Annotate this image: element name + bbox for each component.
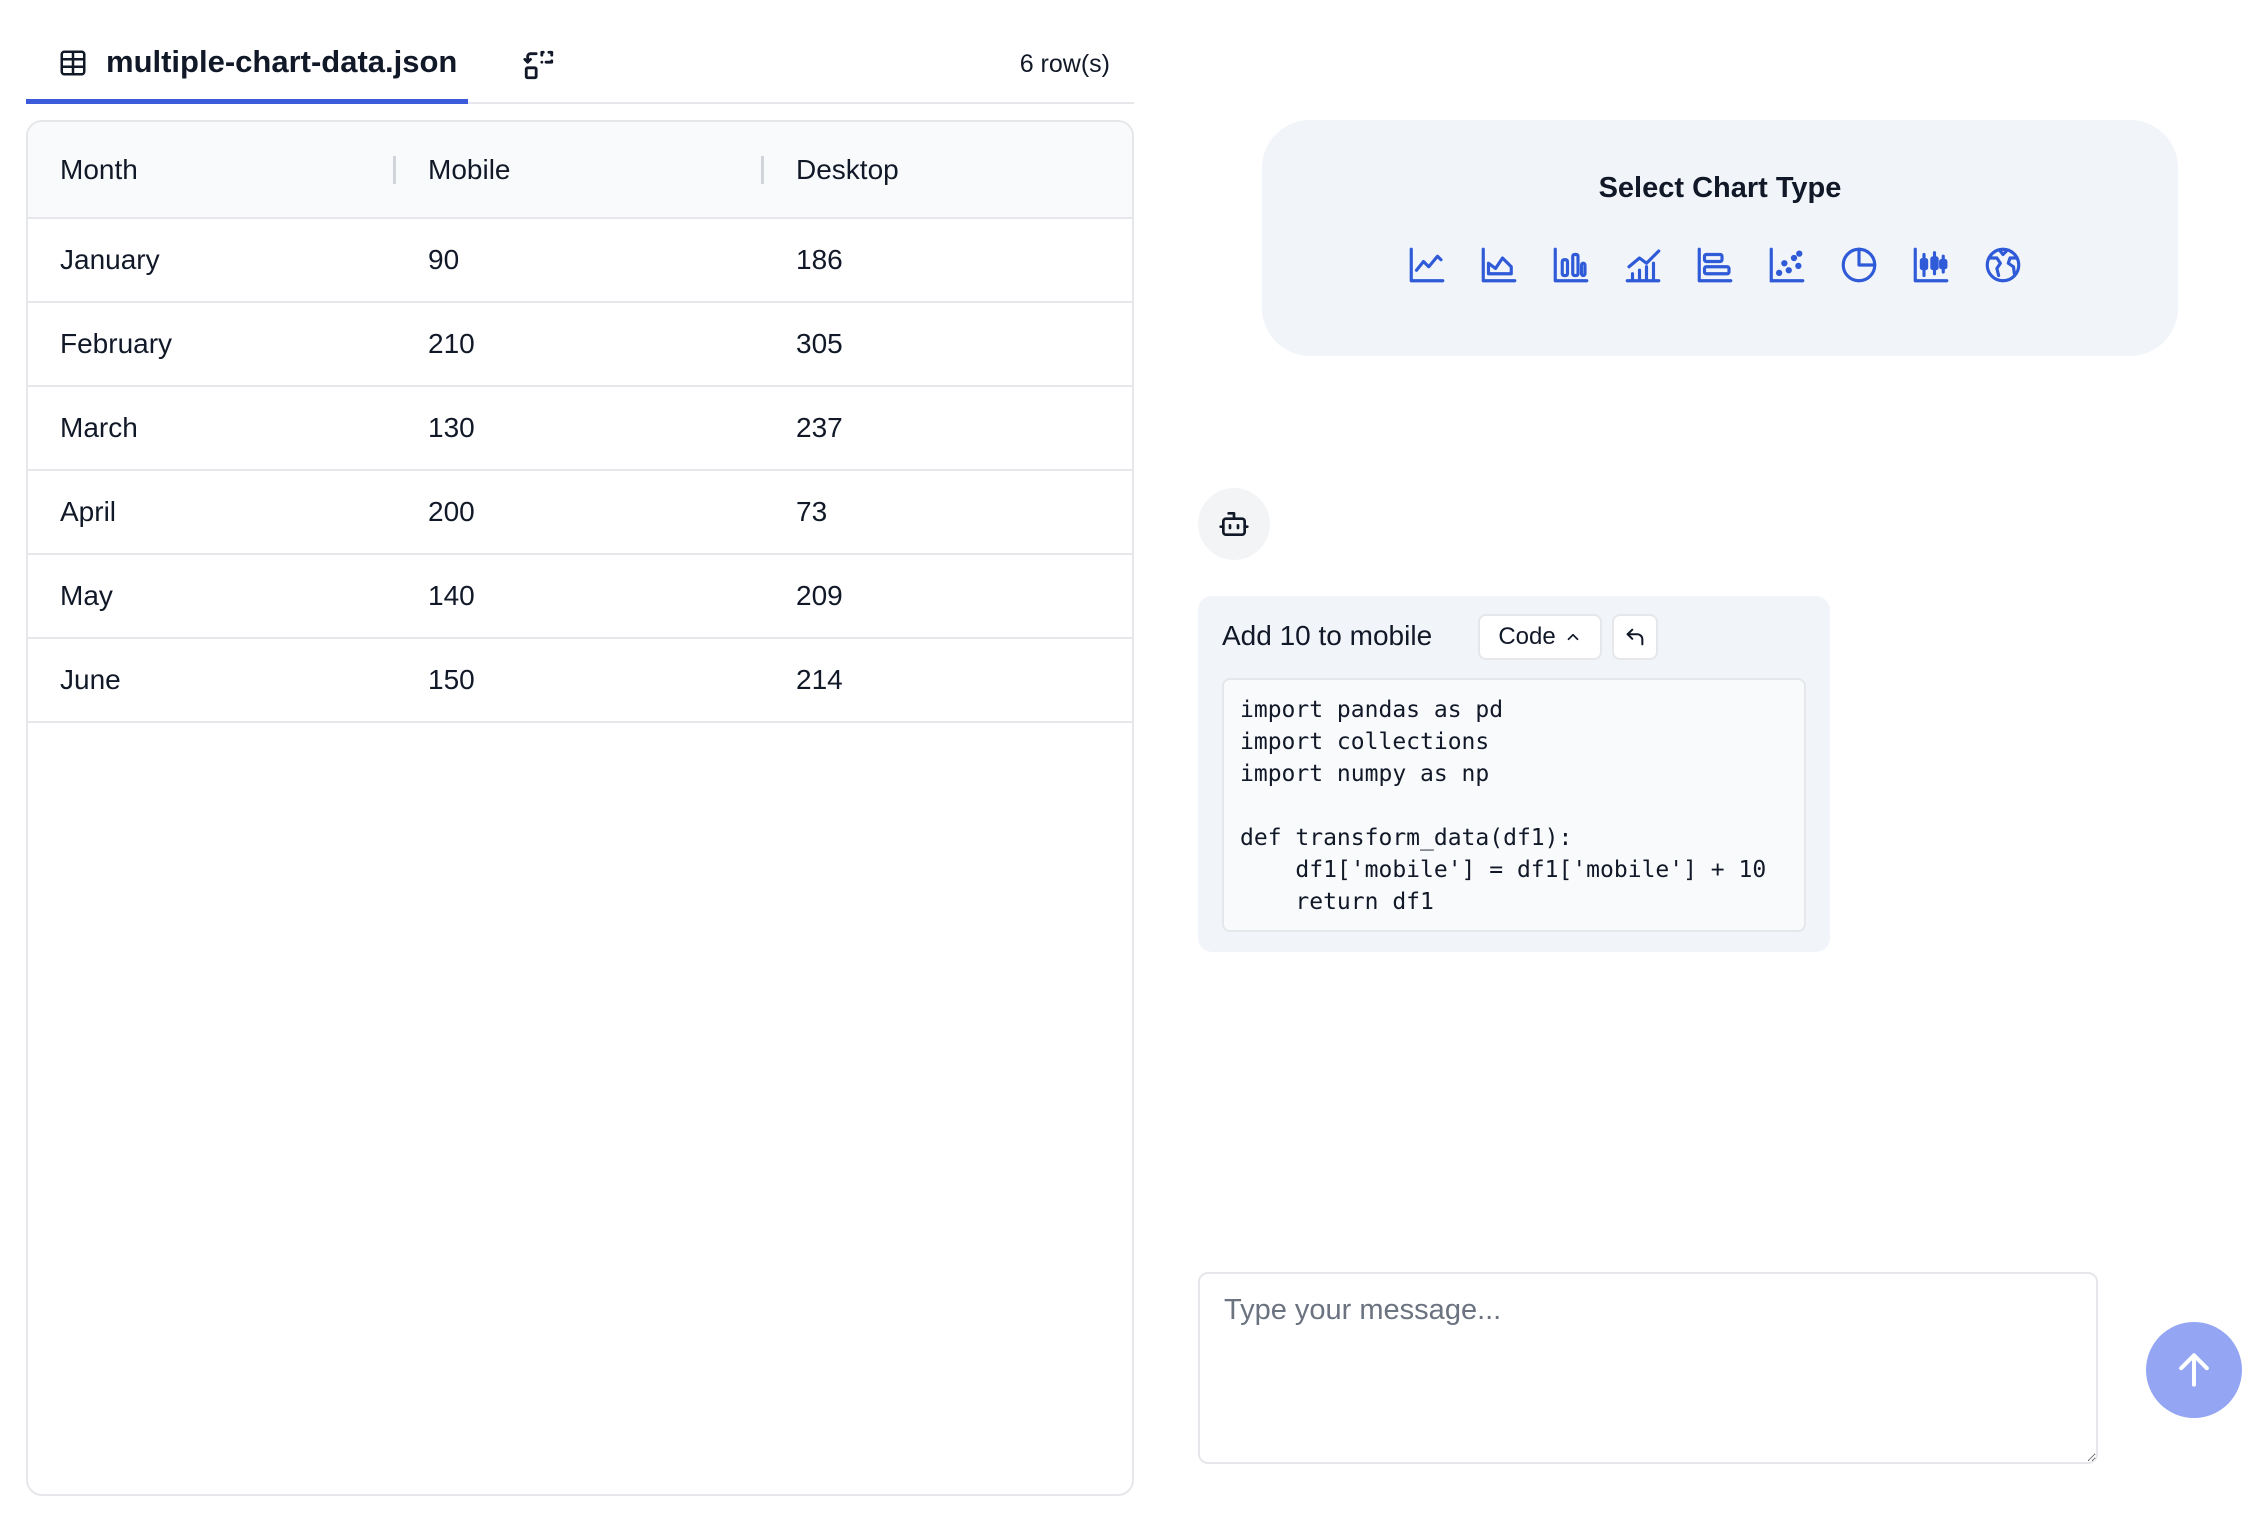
table-cell: January	[60, 244, 160, 275]
table-cell: 90	[428, 244, 460, 275]
undo-button[interactable]	[1612, 614, 1658, 660]
table-row: March 130 237	[28, 386, 1132, 470]
assistant-message: Add 10 to mobile Code import pandas as p…	[1198, 596, 1830, 952]
message-input[interactable]	[1198, 1272, 2098, 1464]
map-globe-icon[interactable]	[1982, 244, 2024, 286]
column-header-month[interactable]: Month	[28, 122, 396, 218]
column-header-mobile[interactable]: Mobile	[396, 122, 764, 218]
table-cell: 214	[796, 664, 843, 695]
arrow-up-icon	[2179, 1353, 2209, 1387]
table-cell: 200	[428, 496, 475, 527]
area-chart-icon[interactable]	[1478, 244, 1520, 286]
data-table-container: Month Mobile Desktop January 90 186 Febr…	[26, 120, 1134, 1496]
bot-avatar	[1198, 488, 1270, 560]
chart-selector-title: Select Chart Type	[1598, 172, 1842, 204]
row-count: 6 row(s)	[1019, 50, 1110, 78]
table-cell: June	[60, 664, 121, 695]
scatter-chart-icon[interactable]	[1766, 244, 1808, 286]
transform-icon	[523, 50, 554, 80]
message-text: Add 10 to mobile	[1222, 620, 1433, 651]
table-cell: May	[60, 580, 113, 611]
table-row: January 90 186	[28, 218, 1132, 302]
undo-icon	[1626, 628, 1644, 646]
table-icon	[60, 50, 86, 76]
bar-chart-icon[interactable]	[1550, 244, 1592, 286]
tab-label: multiple-chart-data.json	[106, 44, 458, 79]
file-tabs: multiple-chart-data.json 6 row(s)	[26, 26, 1134, 104]
table-cell: 140	[428, 580, 475, 611]
chart-type-selector: Select Chart Type	[1262, 120, 2178, 356]
line-chart-icon[interactable]	[1406, 244, 1448, 286]
chart-type-icons	[1406, 244, 2024, 286]
table-cell: April	[60, 496, 117, 527]
toggle-code-button[interactable]: Code	[1478, 614, 1602, 660]
table-cell: 237	[796, 412, 843, 443]
chevron-up-icon	[1567, 633, 1579, 641]
table-cell: 210	[428, 328, 475, 359]
table-row: June 150 214	[28, 638, 1132, 722]
horizontal-bar-chart-icon[interactable]	[1694, 244, 1736, 286]
bot-icon	[1219, 512, 1249, 536]
pie-chart-icon[interactable]	[1838, 244, 1880, 286]
table-header-row: Month Mobile Desktop	[28, 122, 1132, 218]
code-content: import pandas as pd import collections i…	[1240, 697, 1767, 915]
table-cell: 73	[796, 496, 828, 527]
table-cell: February	[60, 328, 173, 359]
line-bar-chart-icon[interactable]	[1622, 244, 1664, 286]
table-cell: 305	[796, 328, 843, 359]
code-block: import pandas as pd import collections i…	[1222, 678, 1806, 932]
code-button-label: Code	[1498, 623, 1556, 650]
tab-data-file[interactable]: multiple-chart-data.json	[26, 26, 468, 104]
table-row: April 200 73	[28, 470, 1132, 554]
column-header-desktop[interactable]: Desktop	[764, 122, 1132, 218]
table-cell: 209	[796, 580, 843, 611]
send-button[interactable]	[2146, 1322, 2242, 1418]
table-cell: 130	[428, 412, 475, 443]
table-cell: 186	[796, 244, 843, 275]
table-row: February 210 305	[28, 302, 1132, 386]
table-row: May 140 209	[28, 554, 1132, 638]
tab-transform[interactable]	[514, 40, 564, 90]
candlestick-chart-icon[interactable]	[1910, 244, 1952, 286]
table-cell: 150	[428, 664, 475, 695]
data-table: Month Mobile Desktop January 90 186 Febr…	[28, 122, 1132, 723]
table-cell: March	[60, 412, 138, 443]
